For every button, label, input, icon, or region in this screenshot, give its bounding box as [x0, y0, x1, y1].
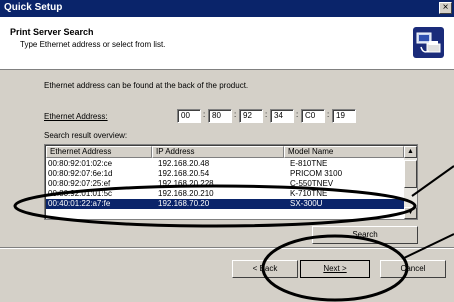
scroll-up-button[interactable]: ▲: [404, 146, 417, 158]
vertical-scrollbar[interactable]: ▲ ▼: [404, 146, 417, 219]
info-text: Ethernet address can be found at the bac…: [44, 81, 249, 90]
back-button[interactable]: < Back: [232, 260, 298, 278]
search-result-list[interactable]: Ethernet Address IP Address Model Name 0…: [44, 144, 418, 220]
colon-separator: :: [265, 110, 268, 119]
arrow-up-icon: ▲: [407, 148, 414, 155]
cell-ip: 192.168.20.210: [158, 189, 214, 198]
column-header-ethernet[interactable]: Ethernet Address: [46, 146, 152, 158]
wizard-header: Print Server Search Type Ethernet addres…: [0, 17, 454, 70]
cell-ip: 192.168.20.54: [158, 169, 210, 178]
colon-separator: :: [234, 110, 237, 119]
callout-line: [411, 165, 454, 197]
cell-model: C-550TNEV: [290, 179, 334, 188]
ethernet-segment-1[interactable]: 00: [177, 109, 201, 123]
table-row[interactable]: 00:80:92:01:01:5c 192.168.20.210 K-710TN…: [46, 189, 404, 199]
ethernet-segment-3[interactable]: 92: [239, 109, 263, 123]
cell-ethernet: 00:80:92:07:25:ef: [48, 179, 111, 188]
footer-separator: [0, 247, 454, 249]
cell-ip: 192.168.20.48: [158, 159, 210, 168]
colon-separator: :: [327, 110, 330, 119]
quick-setup-window: Quick Setup × Print Server Search Type E…: [0, 0, 454, 302]
header-title: Print Server Search: [10, 27, 94, 37]
cell-ethernet: 00:80:92:07:6e:1d: [48, 169, 113, 178]
cell-ip: 192.168.20.228: [158, 179, 214, 188]
colon-separator: :: [296, 110, 299, 119]
next-button-label: Next >: [323, 264, 347, 273]
cell-ethernet: 00:40:01:22:a7:fe: [48, 199, 111, 208]
colon-separator: :: [203, 110, 206, 119]
cell-model: SX-300U: [290, 199, 323, 208]
cell-model: K-710TNE: [290, 189, 328, 198]
ethernet-segment-6[interactable]: 19: [332, 109, 356, 123]
scrollbar-thumb[interactable]: [404, 160, 417, 188]
ethernet-address-label: Ethernet Address:: [44, 112, 108, 121]
table-row-selected[interactable]: 00:40:01:22:a7:fe 192.168.70.20 SX-300U: [46, 199, 404, 209]
header-subtitle: Type Ethernet address or select from lis…: [20, 40, 166, 49]
scroll-down-button[interactable]: ▼: [404, 207, 417, 219]
table-row[interactable]: 00:80:92:07:6e:1d 192.168.20.54 PRICOM 3…: [46, 169, 404, 179]
column-header-model[interactable]: Model Name: [284, 146, 404, 158]
search-button[interactable]: Search: [312, 226, 418, 244]
search-result-label: Search result overview:: [44, 131, 128, 140]
ethernet-segment-2[interactable]: 80: [208, 109, 232, 123]
arrow-down-icon: ▼: [407, 209, 414, 216]
column-header-ip[interactable]: IP Address: [152, 146, 284, 158]
title-bar: Quick Setup ×: [0, 0, 454, 17]
ethernet-segment-4[interactable]: 34: [270, 109, 294, 123]
cell-model: E-810TNE: [290, 159, 328, 168]
ethernet-segment-5[interactable]: C0: [301, 109, 325, 123]
cell-ethernet: 00:80:92:01:01:5c: [48, 189, 113, 198]
window-title: Quick Setup: [4, 2, 63, 13]
close-icon: ×: [442, 2, 449, 13]
close-button[interactable]: ×: [439, 2, 452, 14]
table-row[interactable]: 00:80:92:07:25:ef 192.168.20.228 C-550TN…: [46, 179, 404, 189]
cell-ethernet: 00:80:92:01:02:ce: [48, 159, 113, 168]
cell-ip: 192.168.70.20: [158, 199, 210, 208]
next-button[interactable]: Next >: [300, 260, 370, 278]
cell-model: PRICOM 3100: [290, 169, 343, 178]
network-printer-icon: [413, 27, 444, 58]
cancel-button[interactable]: Cancel: [380, 260, 446, 278]
table-row[interactable]: 00:80:92:01:02:ce 192.168.20.48 E-810TNE: [46, 159, 404, 169]
